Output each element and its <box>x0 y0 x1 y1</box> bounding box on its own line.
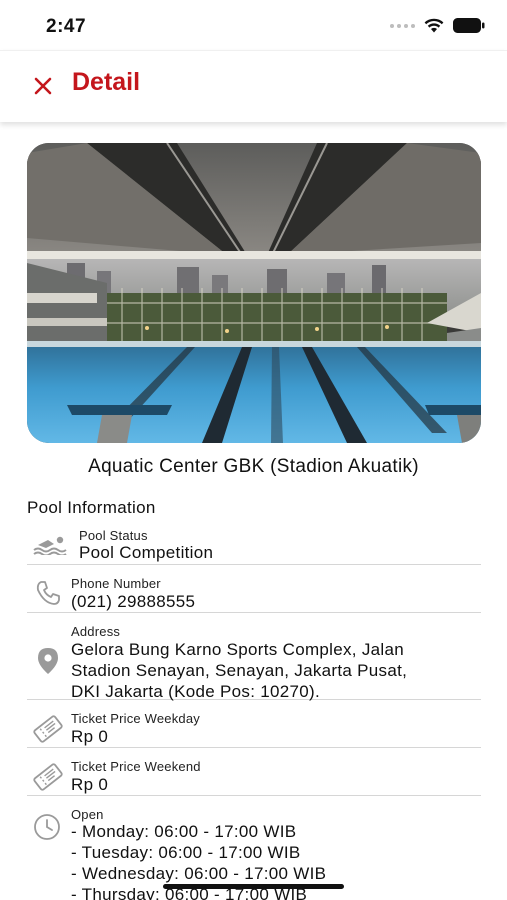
swimmer-icon <box>31 533 71 557</box>
location-pin-icon <box>35 647 61 675</box>
open-hours-line: - Monday: 06:00 - 17:00 WIB <box>71 822 297 841</box>
phone-label: Phone Number <box>71 576 161 591</box>
pool-status-label: Pool Status <box>79 528 148 543</box>
address-line-2: Stadion Senayan, Senayan, Jakarta Pusat, <box>71 661 408 680</box>
info-row-address[interactable]: Address Gelora Bung Karno Sports Complex… <box>27 613 481 701</box>
open-hours-line: - Tuesday: 06:00 - 17:00 WIB <box>71 843 301 862</box>
venue-photo <box>27 143 481 443</box>
ticket-weekend-label: Ticket Price Weekend <box>71 759 201 774</box>
ticket-weekday-label: Ticket Price Weekday <box>71 711 200 726</box>
app-header: Detail <box>0 50 507 122</box>
pool-photo-illustration <box>27 143 481 443</box>
home-indicator[interactable] <box>163 884 344 889</box>
ticket-weekend-value: Rp 0 <box>71 775 109 794</box>
page-title: Detail <box>72 68 141 96</box>
ticket-icon <box>31 714 65 744</box>
signal-icon <box>390 23 415 28</box>
address-label: Address <box>71 624 121 639</box>
status-bar: 2:47 <box>0 0 507 50</box>
open-hours-line: - Wednesday: 06:00 - 17:00 WIB <box>71 864 327 883</box>
info-row-ticket-weekend: Ticket Price Weekend Rp 0 <box>27 748 481 796</box>
phone-icon <box>31 579 65 607</box>
section-title: Pool Information <box>27 498 156 517</box>
pool-status-value: Pool Competition <box>79 543 214 562</box>
status-icons <box>390 18 485 33</box>
info-row-pool-status: Pool Status Pool Competition <box>27 525 481 565</box>
clock-icon <box>32 812 62 842</box>
close-icon <box>34 77 52 95</box>
address-line-1: Gelora Bung Karno Sports Complex, Jalan <box>71 640 404 659</box>
wifi-icon <box>424 18 444 33</box>
ticket-icon <box>31 762 65 792</box>
open-label: Open <box>71 807 104 822</box>
info-row-ticket-weekday: Ticket Price Weekday Rp 0 <box>27 700 481 748</box>
ticket-weekday-value: Rp 0 <box>71 727 109 746</box>
battery-icon <box>453 18 485 33</box>
status-time: 2:47 <box>46 16 87 37</box>
close-button[interactable] <box>28 71 58 101</box>
phone-value: (021) 29888555 <box>71 592 196 611</box>
info-row-phone[interactable]: Phone Number (021) 29888555 <box>27 565 481 613</box>
venue-name: Aquatic Center GBK (Stadion Akuatik) <box>88 456 419 477</box>
